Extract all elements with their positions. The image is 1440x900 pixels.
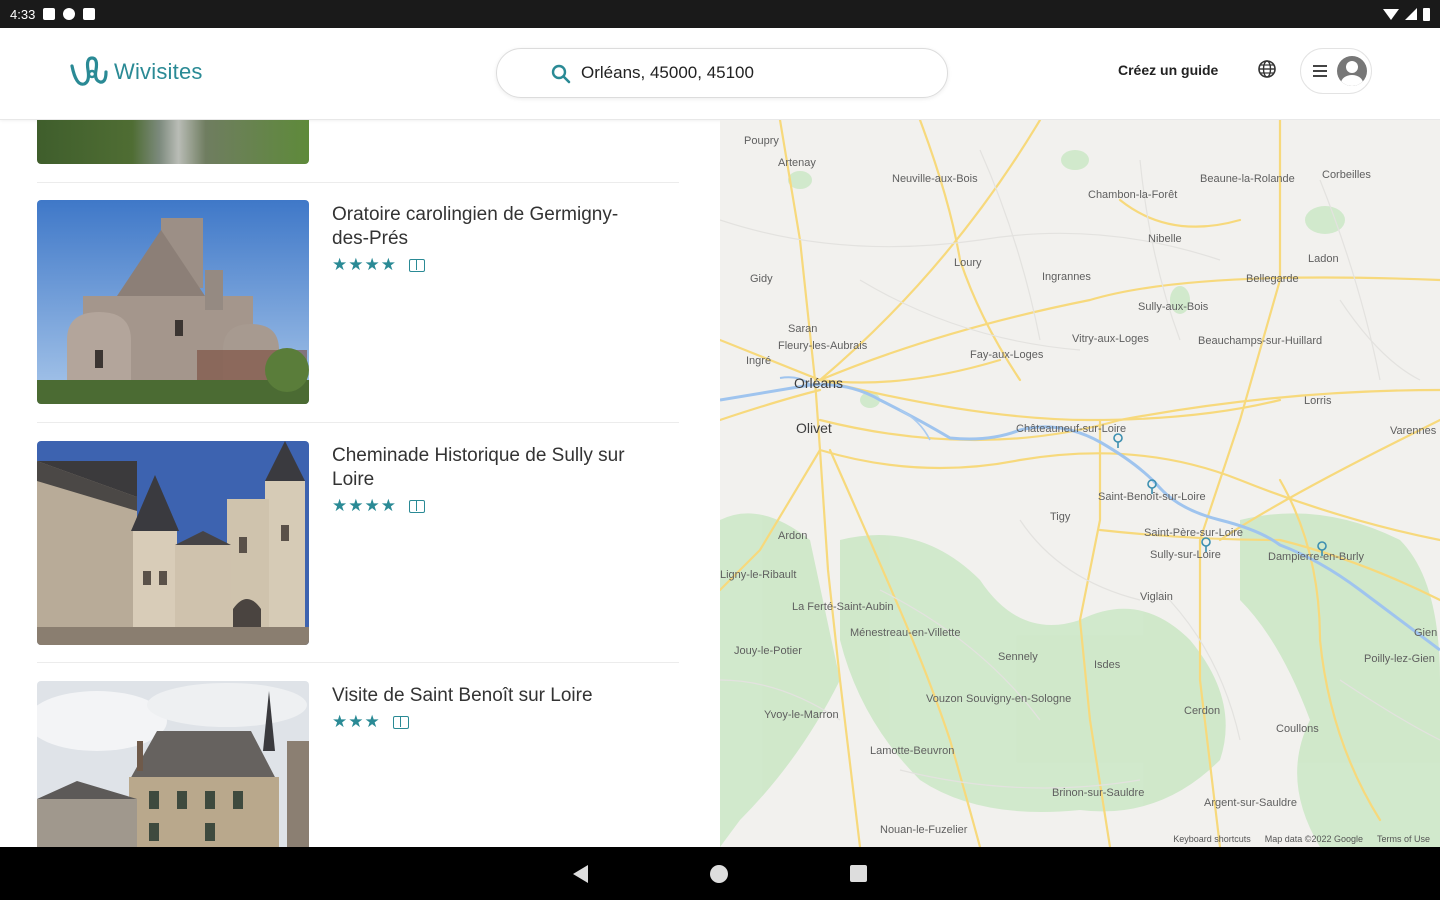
battery-icon [1423,7,1430,21]
map-town-label: Tigy [1050,511,1071,523]
recent-apps-icon[interactable] [850,865,867,882]
result-title[interactable]: Visite de Saint Benoît sur Loire [332,684,642,708]
app-notification-icon [63,8,76,20]
map-town-label: Souvigny-en-Sologne [966,693,1071,705]
divider [37,662,679,663]
map-data-credit: Map data ©2022 Google [1264,834,1363,844]
map-poi-marker[interactable] [1113,433,1123,448]
book-icon [408,499,425,513]
result-thumbnail[interactable] [37,200,309,404]
map-town-label: Lorris [1304,395,1332,407]
result-title[interactable]: Cheminade Historique de Sully sur Loire [332,444,642,492]
search-icon [551,64,571,84]
map-town-label: Sennely [998,651,1038,663]
map-town-label: Ardon [778,530,807,542]
back-icon[interactable] [573,864,588,883]
map-view[interactable]: Poupry Artenay Neuville-aux-Bois Chambon-la… [720,120,1440,847]
map-town-label: Vitry-aux-Loges [1072,333,1149,345]
result-card[interactable]: Visite de Saint Benoît sur Loire ★★★ [37,681,679,847]
map-town-label: Fleury-les-Aubrais [778,340,868,352]
result-thumbnail[interactable] [37,441,309,645]
map-town-label: Yvoy-le-Marron [764,709,839,721]
rating-stars: ★★★★ [332,496,397,515]
logo-text: Wivisites [114,59,203,84]
map-town-label: Bellegarde [1246,273,1299,285]
map-town-label: Coullons [1276,723,1319,735]
map-town-label: Saran [788,323,817,335]
result-card[interactable]: Cheminade Historique de Sully sur Loire … [37,441,679,645]
rating-stars: ★★★ [332,712,381,731]
search-bar[interactable]: Orléans, 45000, 45100 [496,48,948,98]
map-town-label: Fay-aux-Loges [970,349,1044,361]
wifi-icon [1383,8,1399,20]
map-town-label: Jouy-le-Potier [734,645,802,657]
map-town-label: Gidy [750,273,773,285]
logo[interactable]: Wivisites [66,50,203,94]
logo-mark-icon [70,56,108,86]
map-town-label: Loury [954,257,982,269]
android-nav-bar [0,847,1440,900]
divider [37,422,679,423]
map-town-label: Artenay [778,157,816,169]
map-town-label: Nibelle [1148,233,1182,245]
result-thumbnail[interactable] [37,681,309,847]
sd-card-icon [83,8,96,20]
result-title[interactable]: Oratoire carolingien de Germigny-des-Pré… [332,203,642,251]
globe-icon[interactable] [1257,59,1277,79]
map-town-label: Varennes [1390,425,1437,437]
user-menu-button[interactable] [1300,48,1372,94]
site-header: Wivisites Orléans, 45000, 45100 Créez un… [0,28,1440,120]
map-terms-link[interactable]: Terms of Use [1377,834,1430,844]
status-bar: 4:33 [0,0,1440,28]
map-canvas[interactable]: Poupry Artenay Neuville-aux-Bois Chambon-la… [720,120,1440,847]
map-town-label: Ingré [746,355,771,367]
search-value: Orléans, 45000, 45100 [581,63,754,82]
rating-stars: ★★★★ [332,255,397,274]
map-town-label: Lamotte-Beuvron [870,745,954,757]
map-town-label: Vouzon [926,693,963,705]
map-town-label: Ingrannes [1042,271,1091,283]
map-town-label: Châteauneuf-sur-Loire [1016,423,1126,435]
map-town-label: Brinon-sur-Sauldre [1052,787,1144,799]
map-town-label: Viglain [1140,591,1173,603]
map-town-label: La Ferté-Saint-Aubin [792,601,894,613]
map-town-label: Poilly-lez-Gien [1364,653,1435,665]
map-town-label: Beauchamps-sur-Huillard [1198,335,1322,347]
map-town-label: Ligny-le-Ribault [720,569,796,581]
map-town-label: Beaune-la-Rolande [1200,173,1295,185]
map-town-label: Olivet [796,420,832,436]
map-town-label: Isdes [1094,659,1121,671]
map-town-label: Gien [1414,627,1437,639]
map-town-label: Corbeilles [1322,169,1371,181]
map-town-label: Nouan-le-Fuzelier [880,824,968,836]
map-town-label: Neuville-aux-Bois [892,173,978,185]
menu-icon [1313,65,1327,77]
divider [37,182,679,183]
map-town-label: Argent-sur-Sauldre [1204,797,1297,809]
results-list[interactable]: Oratoire carolingien de Germigny-des-Pré… [0,120,720,847]
result-card[interactable]: Oratoire carolingien de Germigny-des-Pré… [37,200,679,404]
map-town-label: Poupry [744,135,779,147]
map-footer: Keyboard shortcuts Map data ©2022 Google… [1173,834,1430,844]
map-town-label: Sully-sur-Loire [1150,549,1221,561]
avatar-icon [1337,56,1367,86]
map-shortcuts-link[interactable]: Keyboard shortcuts [1173,834,1251,844]
signal-icon [1405,8,1417,20]
map-town-label: Orléans [794,375,843,391]
book-icon [408,258,425,272]
home-icon[interactable] [710,864,728,883]
map-town-label: Ménestreau-en-Villette [850,627,960,639]
notification-icon [43,8,56,20]
map-town-label: Sully-aux-Bois [1138,301,1209,313]
status-time: 4:33 [10,6,36,22]
map-town-label: Saint-Père-sur-Loire [1144,527,1243,539]
map-town-label: Ladon [1308,253,1339,265]
create-guide-link[interactable]: Créez un guide [1118,62,1218,78]
result-thumbnail-partial[interactable] [37,120,309,164]
book-icon [392,715,409,729]
map-town-label: Cerdon [1184,705,1220,717]
map-town-label: Dampierre-en-Burly [1268,551,1364,563]
map-town-label: Chambon-la-Forêt [1088,189,1177,201]
